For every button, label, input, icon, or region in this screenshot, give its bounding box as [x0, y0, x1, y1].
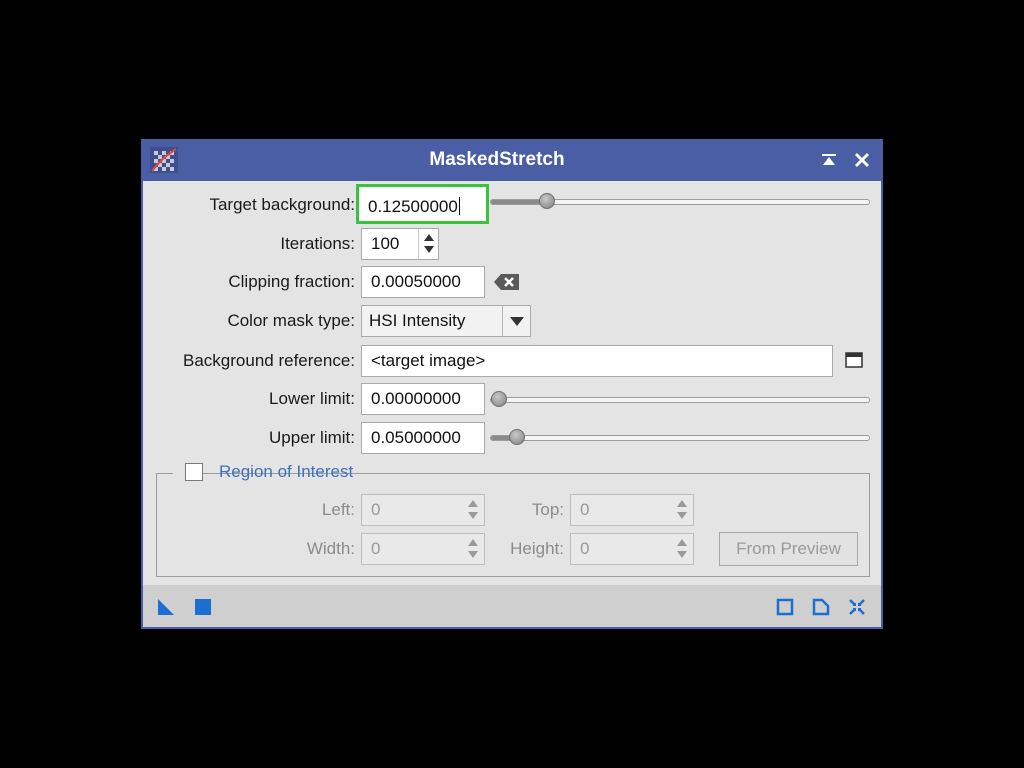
- clipping-fraction-label: Clipping fraction:: [228, 272, 355, 291]
- background-reference-input[interactable]: <target image>: [361, 345, 833, 377]
- roi-left-input[interactable]: 0: [361, 494, 485, 526]
- process-toolbar: [143, 585, 881, 627]
- spin-up-icon[interactable]: [677, 539, 687, 546]
- spin-up-icon[interactable]: [468, 539, 478, 546]
- iterations-input[interactable]: 100: [361, 228, 439, 260]
- roi-height-spinner[interactable]: [672, 534, 692, 564]
- from-preview-button[interactable]: From Preview: [719, 532, 858, 566]
- spin-down-icon[interactable]: [468, 551, 478, 558]
- roi-left-spinner[interactable]: [463, 495, 483, 525]
- roi-height-label: Height:: [510, 539, 564, 558]
- roi-header: Region of Interest: [173, 461, 353, 485]
- spin-down-icon[interactable]: [468, 512, 478, 519]
- roi-width-spinner[interactable]: [463, 534, 483, 564]
- color-mask-type-select[interactable]: HSI Intensity: [361, 305, 531, 337]
- window-title: MaskedStretch: [429, 149, 565, 170]
- lower-limit-slider[interactable]: [490, 391, 870, 407]
- maskedstretch-window: MaskedStretch Target background: 0.12500…: [141, 139, 883, 629]
- new-instance-icon[interactable]: [157, 598, 175, 616]
- spin-down-icon[interactable]: [677, 551, 687, 558]
- roi-top-input[interactable]: 0: [570, 494, 694, 526]
- reset-icon[interactable]: [848, 598, 866, 616]
- slider-handle[interactable]: [539, 193, 555, 209]
- clear-icon[interactable]: [493, 272, 521, 292]
- roi-top-label: Top:: [531, 500, 564, 519]
- target-background-slider[interactable]: [490, 193, 870, 209]
- lower-limit-input[interactable]: 0.00000000: [361, 383, 485, 415]
- iterations-label: Iterations:: [280, 234, 355, 253]
- spin-up-icon[interactable]: [424, 234, 434, 241]
- apply-global-icon[interactable]: [194, 598, 212, 616]
- spin-down-icon[interactable]: [424, 246, 434, 253]
- browse-documentation-icon[interactable]: [812, 598, 830, 616]
- upper-limit-label: Upper limit:: [269, 428, 355, 447]
- pin-icon[interactable]: [819, 150, 839, 170]
- roi-left-label: Left:: [321, 500, 355, 519]
- roi-width-input[interactable]: 0: [361, 533, 485, 565]
- roi-top-spinner[interactable]: [672, 495, 692, 525]
- target-background-input[interactable]: 0.12500000: [356, 184, 489, 224]
- target-background-label: Target background:: [209, 195, 355, 214]
- preview-icon[interactable]: [776, 598, 794, 616]
- spin-up-icon[interactable]: [677, 500, 687, 507]
- parameters-panel: Target background: 0.12500000 Iterations…: [143, 181, 881, 585]
- spin-down-icon[interactable]: [677, 512, 687, 519]
- select-view-icon[interactable]: [845, 352, 863, 368]
- lower-limit-label: Lower limit:: [269, 389, 355, 408]
- upper-limit-input[interactable]: 0.05000000: [361, 422, 485, 454]
- slider-handle[interactable]: [509, 429, 525, 445]
- background-reference-label: Background reference:: [183, 351, 355, 370]
- close-icon[interactable]: [852, 150, 872, 170]
- color-mask-type-label: Color mask type:: [227, 311, 355, 330]
- clipping-fraction-input[interactable]: 0.00050000: [361, 266, 485, 298]
- iterations-spinner[interactable]: [418, 229, 438, 259]
- roi-title[interactable]: Region of Interest: [219, 462, 353, 482]
- roi-checkbox[interactable]: [185, 463, 203, 481]
- chevron-down-icon[interactable]: [510, 317, 524, 326]
- roi-width-label: Width:: [306, 539, 355, 558]
- upper-limit-slider[interactable]: [490, 429, 870, 445]
- slider-handle[interactable]: [491, 391, 507, 407]
- title-bar[interactable]: MaskedStretch: [141, 139, 883, 181]
- roi-height-input[interactable]: 0: [570, 533, 694, 565]
- spin-up-icon[interactable]: [468, 500, 478, 507]
